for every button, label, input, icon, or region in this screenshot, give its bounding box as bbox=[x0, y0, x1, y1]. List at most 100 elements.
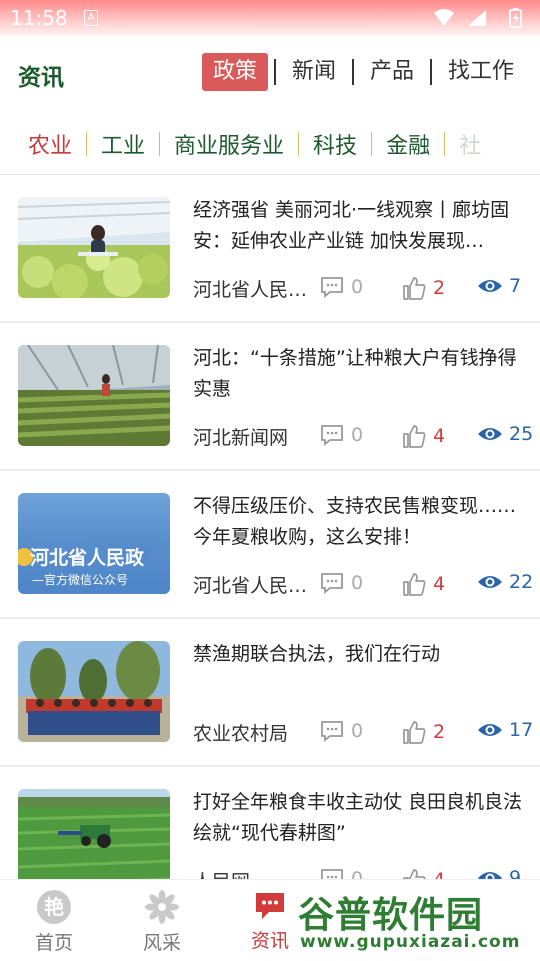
comment-count-value: 0 bbox=[351, 572, 364, 594]
news-source: 农业农村局 bbox=[193, 723, 289, 745]
news-list[interactable]: 经济强省 美丽河北·一线观察丨廊坊固安：延伸农业产业链 加快发展现… 河北省人民… bbox=[0, 175, 540, 879]
tab-policy[interactable]: 政策 bbox=[201, 53, 268, 91]
news-title[interactable]: 不得压级压价、支持农民售粮变现……今年夏粮收购，这么安排！ bbox=[193, 491, 523, 553]
eye-icon bbox=[478, 724, 502, 736]
view-count-value: 25 bbox=[509, 423, 534, 445]
news-meta: 河北省人民… 0 4 22 bbox=[193, 571, 533, 601]
thumbnail-subcaption: —官方微信公众号 bbox=[32, 573, 129, 587]
news-thumbnail bbox=[18, 789, 170, 879]
thumbs-up-icon bbox=[403, 277, 426, 300]
category-industry[interactable]: 工业 bbox=[87, 128, 159, 160]
comment-count[interactable]: 0 bbox=[319, 867, 363, 879]
tab-news[interactable]: 新闻 bbox=[282, 53, 346, 91]
like-count-value: 4 bbox=[433, 425, 446, 447]
like-count-value: 2 bbox=[433, 721, 446, 743]
news-item[interactable]: 经济强省 美丽河北·一线观察丨廊坊固安：延伸农业产业链 加快发展现… 河北省人民… bbox=[0, 175, 540, 323]
header-tabs: 政策 新闻 产品 找工作 bbox=[201, 53, 524, 91]
status-time: 11:58 bbox=[10, 6, 68, 30]
category-finance[interactable]: 金融 bbox=[372, 128, 444, 160]
status-bar: 11:58 A bbox=[0, 0, 540, 36]
comment-count[interactable]: 0 bbox=[319, 275, 363, 299]
status-icons bbox=[430, 7, 530, 34]
view-count: 17 bbox=[477, 719, 533, 741]
top-header: 资讯 政策 新闻 产品 找工作 bbox=[0, 40, 540, 106]
watermark-text: 谷普软件园 bbox=[298, 895, 484, 936]
like-count[interactable]: 4 bbox=[401, 571, 445, 597]
view-count-value: 7 bbox=[509, 275, 522, 297]
comment-count-value: 0 bbox=[351, 276, 364, 298]
category-more[interactable]: 社 bbox=[445, 128, 495, 160]
notification-a-icon: A bbox=[84, 10, 98, 26]
news-item[interactable]: 禁渔期联合执法，我们在行动 农业农村局 0 2 17 bbox=[0, 619, 540, 767]
news-thumbnail bbox=[18, 345, 170, 446]
news-thumbnail bbox=[18, 641, 170, 742]
news-thumbnail bbox=[18, 197, 170, 298]
page-title: 资讯 bbox=[18, 65, 64, 91]
flower-icon bbox=[145, 890, 179, 924]
battery-icon bbox=[509, 8, 522, 28]
comment-icon bbox=[321, 721, 343, 742]
tab-find-job[interactable]: 找工作 bbox=[438, 53, 524, 91]
category-commerce-services[interactable]: 商业服务业 bbox=[160, 128, 298, 160]
view-count: 25 bbox=[477, 423, 533, 445]
nav-home[interactable]: 艳 首页 bbox=[14, 890, 94, 955]
like-count[interactable]: 2 bbox=[401, 719, 445, 745]
like-count[interactable]: 4 bbox=[401, 423, 445, 449]
view-count-value: 22 bbox=[509, 571, 534, 593]
tab-divider bbox=[429, 59, 432, 85]
news-meta: 人民网 0 4 9 bbox=[193, 867, 523, 879]
signal-icon bbox=[468, 10, 486, 26]
like-count[interactable]: 4 bbox=[401, 867, 445, 879]
thumbs-up-icon bbox=[403, 869, 426, 879]
tab-divider bbox=[273, 59, 276, 85]
category-bar: 农业 工业 商业服务业 科技 金融 社 bbox=[0, 118, 540, 170]
news-title[interactable]: 河北：“十条措施”让种粮大户有钱挣得实惠 bbox=[193, 343, 523, 405]
comment-count[interactable]: 0 bbox=[319, 423, 363, 447]
comment-count[interactable]: 0 bbox=[319, 571, 363, 595]
news-source: 河北省人民… bbox=[193, 279, 308, 301]
news-thumbnail: 河北省人民政 —官方微信公众号 bbox=[18, 493, 170, 594]
comment-count-value: 0 bbox=[351, 720, 364, 742]
like-count[interactable]: 2 bbox=[401, 275, 445, 301]
eye-icon bbox=[478, 280, 502, 292]
comment-icon bbox=[321, 869, 343, 879]
news-item[interactable]: 打好全年粮食丰收主动仗 良田良机良法绘就“现代春耕图” 人民网 0 4 9 bbox=[0, 767, 540, 879]
view-count-value: 17 bbox=[509, 719, 534, 741]
eye-icon bbox=[478, 872, 502, 879]
thumbs-up-icon bbox=[403, 721, 426, 744]
nav-showcase[interactable]: 风采 bbox=[122, 890, 202, 955]
news-source: 河北新闻网 bbox=[193, 427, 289, 449]
watermark-url: www.gupuxiazai.com bbox=[300, 932, 521, 952]
eye-icon bbox=[478, 428, 502, 440]
wifi-icon bbox=[434, 9, 454, 26]
eye-icon bbox=[478, 576, 502, 588]
category-technology[interactable]: 科技 bbox=[299, 128, 371, 160]
nav-showcase-label: 风采 bbox=[142, 932, 181, 954]
comment-count[interactable]: 0 bbox=[319, 719, 363, 743]
thumbs-up-icon bbox=[403, 573, 426, 596]
view-count-value: 9 bbox=[509, 867, 522, 879]
news-source: 河北省人民… bbox=[193, 575, 308, 597]
like-count-value: 4 bbox=[433, 573, 446, 595]
news-source: 人民网 bbox=[193, 867, 311, 879]
news-title[interactable]: 经济强省 美丽河北·一线观察丨廊坊固安：延伸农业产业链 加快发展现… bbox=[193, 195, 523, 257]
category-agriculture[interactable]: 农业 bbox=[14, 128, 86, 160]
tab-divider bbox=[351, 59, 354, 85]
news-item[interactable]: 河北省人民政 —官方微信公众号 不得压级压价、支持农民售粮变现……今年夏粮收购，… bbox=[0, 471, 540, 619]
news-meta: 农业农村局 0 2 17 bbox=[193, 719, 533, 749]
comment-icon bbox=[321, 277, 343, 298]
thumbnail-caption: 河北省人民政 bbox=[30, 547, 145, 569]
comment-count-value: 0 bbox=[351, 868, 364, 879]
news-title[interactable]: 禁渔期联合执法，我们在行动 bbox=[193, 639, 523, 670]
news-item[interactable]: 河北：“十条措施”让种粮大户有钱挣得实惠 河北新闻网 0 4 25 bbox=[0, 323, 540, 471]
thumbs-up-icon bbox=[403, 425, 426, 448]
like-count-value: 4 bbox=[433, 869, 445, 879]
comment-icon bbox=[321, 573, 343, 594]
news-meta: 河北新闻网 0 4 25 bbox=[193, 423, 533, 453]
nav-home-label: 首页 bbox=[34, 932, 73, 954]
view-count: 9 bbox=[477, 867, 521, 879]
tab-products[interactable]: 产品 bbox=[360, 53, 424, 91]
home-logo-icon: 艳 bbox=[37, 890, 71, 924]
news-title[interactable]: 打好全年粮食丰收主动仗 良田良机良法绘就“现代春耕图” bbox=[193, 787, 523, 849]
watermark-logo: 谷普软件园 www.gupuxiazai.com bbox=[298, 886, 540, 960]
